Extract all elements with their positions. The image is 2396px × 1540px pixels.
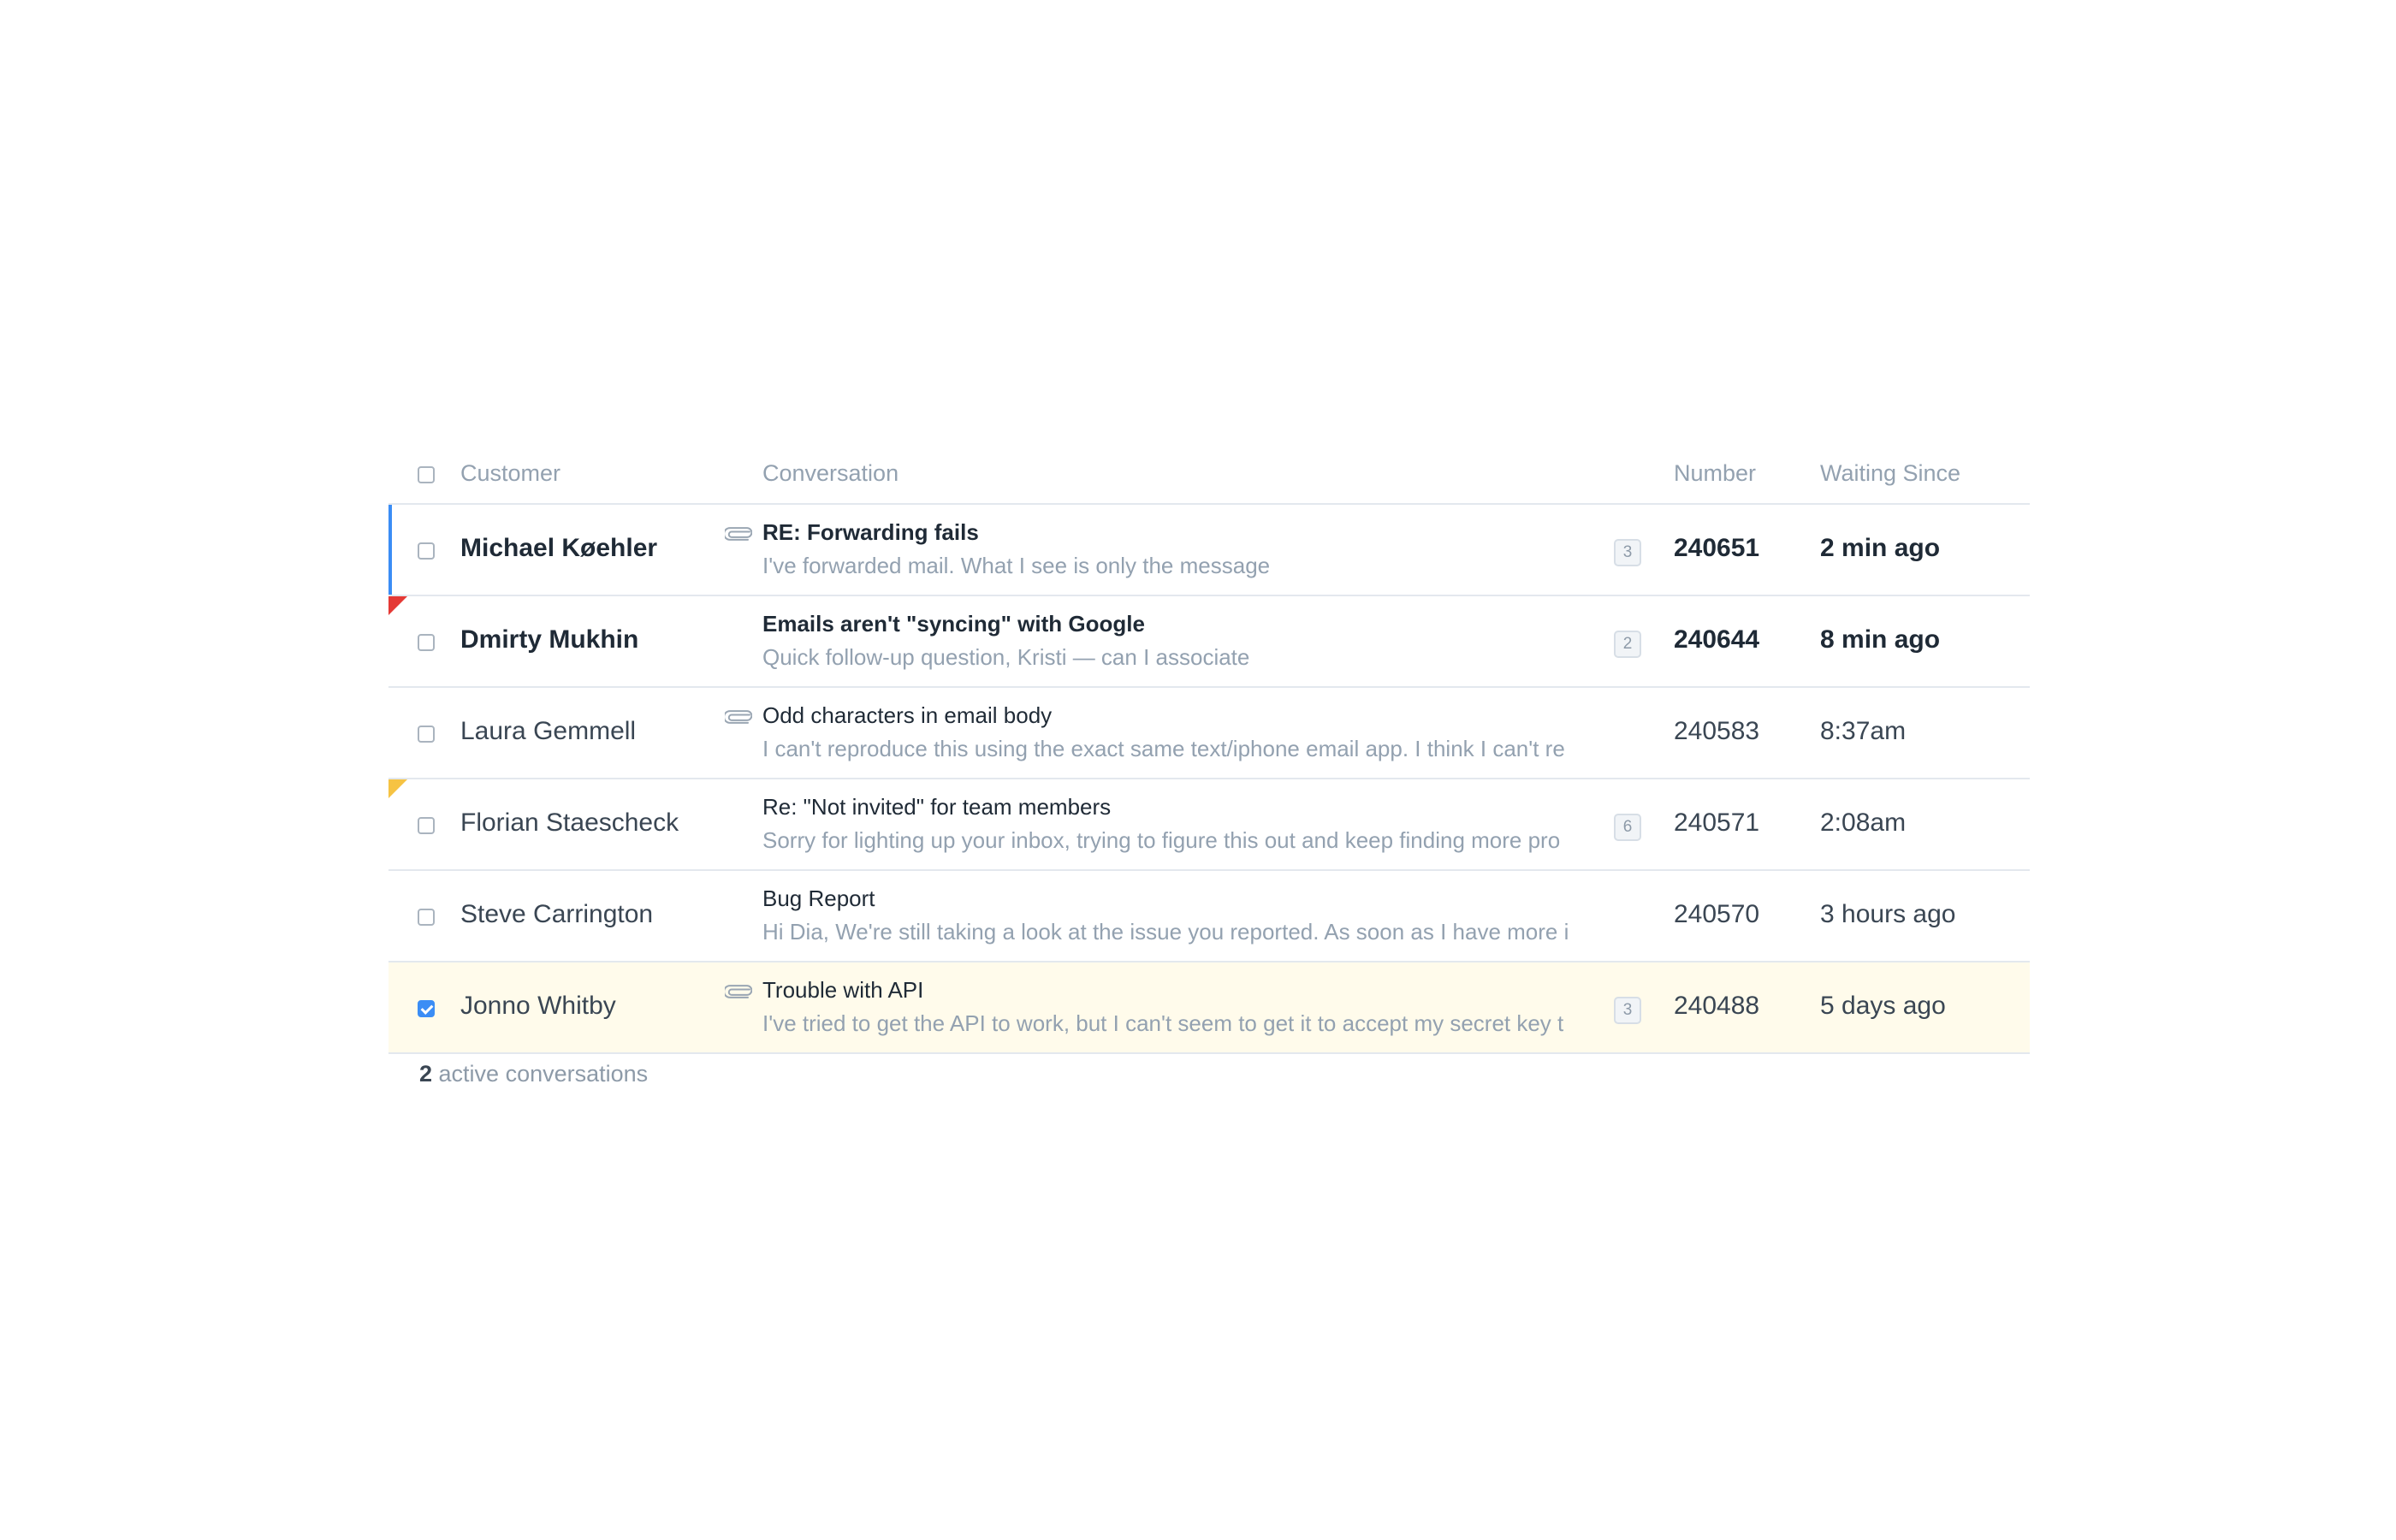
- customer-name[interactable]: Dmirty Mukhin: [460, 625, 638, 654]
- conversation-preview: Quick follow-up question, Kristi — can I…: [762, 644, 1250, 670]
- conversation-subject[interactable]: Re: "Not invited" for team members: [762, 794, 1111, 820]
- conversation-number: 240571: [1674, 808, 1760, 837]
- column-header-customer[interactable]: Customer: [460, 460, 560, 487]
- row-checkbox[interactable]: [418, 634, 435, 651]
- customer-name[interactable]: Michael Køehler: [460, 534, 657, 563]
- table-row[interactable]: Dmirty Mukhin Emails aren't "syncing" wi…: [388, 596, 2030, 688]
- flag-icon: [388, 779, 407, 798]
- conversation-preview: Hi Dia, We're still taking a look at the…: [762, 919, 1569, 945]
- table-row[interactable]: Florian Staescheck Re: "Not invited" for…: [388, 779, 2030, 871]
- column-header-waiting-since[interactable]: Waiting Since: [1820, 460, 1960, 487]
- conversation-number: 240570: [1674, 900, 1760, 928]
- conversation-number: 240651: [1674, 534, 1760, 562]
- waiting-since: 5 days ago: [1820, 992, 1946, 1020]
- table-row[interactable]: Jonno Whitby Trouble with API I've tried…: [388, 962, 2030, 1054]
- active-conversations-label: active conversations: [432, 1061, 649, 1087]
- conversation-subject[interactable]: Emails aren't "syncing" with Google: [762, 611, 1145, 637]
- waiting-since: 3 hours ago: [1820, 900, 1956, 928]
- customer-name[interactable]: Steve Carrington: [460, 900, 653, 929]
- thread-count-badge: 3: [1614, 539, 1641, 566]
- conversation-table: Customer Conversation Number Waiting Sin…: [388, 443, 2030, 1054]
- waiting-since: 8:37am: [1820, 717, 1907, 745]
- conversation-subject[interactable]: Trouble with API: [762, 977, 923, 1004]
- table-header: Customer Conversation Number Waiting Sin…: [388, 443, 2030, 505]
- conversation-number: 240488: [1674, 992, 1760, 1020]
- attachment-icon: [725, 985, 752, 998]
- attachment-icon: [725, 527, 752, 541]
- conversation-subject[interactable]: Odd characters in email body: [762, 702, 1052, 729]
- customer-name[interactable]: Laura Gemmell: [460, 717, 636, 746]
- row-checkbox[interactable]: [418, 726, 435, 743]
- thread-count-badge: 3: [1614, 997, 1641, 1024]
- customer-name[interactable]: Jonno Whitby: [460, 992, 616, 1021]
- row-checkbox[interactable]: [418, 909, 435, 926]
- row-checkbox[interactable]: [418, 542, 435, 560]
- active-row-indicator: [388, 505, 392, 595]
- customer-name[interactable]: Florian Staescheck: [460, 808, 679, 838]
- conversation-subject[interactable]: Bug Report: [762, 886, 875, 912]
- row-checkbox[interactable]: [418, 1000, 435, 1017]
- conversation-preview: I've forwarded mail. What I see is only …: [762, 553, 1271, 578]
- conversation-subject[interactable]: RE: Forwarding fails: [762, 519, 979, 546]
- column-header-number[interactable]: Number: [1674, 460, 1756, 487]
- waiting-since: 2:08am: [1820, 808, 1907, 837]
- conversation-number: 240583: [1674, 717, 1760, 745]
- select-all-checkbox[interactable]: [418, 466, 435, 483]
- waiting-since: 2 min ago: [1820, 534, 1941, 562]
- conversation-preview: I can't reproduce this using the exact s…: [762, 736, 1565, 761]
- thread-count-badge: 6: [1614, 814, 1641, 841]
- conversation-preview: Sorry for lighting up your inbox, trying…: [762, 827, 1561, 853]
- flag-icon: [388, 596, 407, 615]
- row-checkbox[interactable]: [418, 817, 435, 834]
- conversation-number: 240644: [1674, 625, 1760, 654]
- attachment-icon: [725, 710, 752, 724]
- conversation-count-footer: 2 active conversations: [419, 1061, 648, 1087]
- waiting-since: 8 min ago: [1820, 625, 1941, 654]
- table-row[interactable]: Laura Gemmell Odd characters in email bo…: [388, 688, 2030, 779]
- column-header-conversation[interactable]: Conversation: [762, 460, 898, 487]
- active-conversation-count: 2: [419, 1061, 433, 1087]
- table-row[interactable]: Steve Carrington Bug Report Hi Dia, We'r…: [388, 871, 2030, 962]
- thread-count-badge: 2: [1614, 631, 1641, 658]
- conversation-preview: I've tried to get the API to work, but I…: [762, 1010, 1564, 1036]
- table-row[interactable]: Michael Køehler RE: Forwarding fails I'v…: [388, 505, 2030, 596]
